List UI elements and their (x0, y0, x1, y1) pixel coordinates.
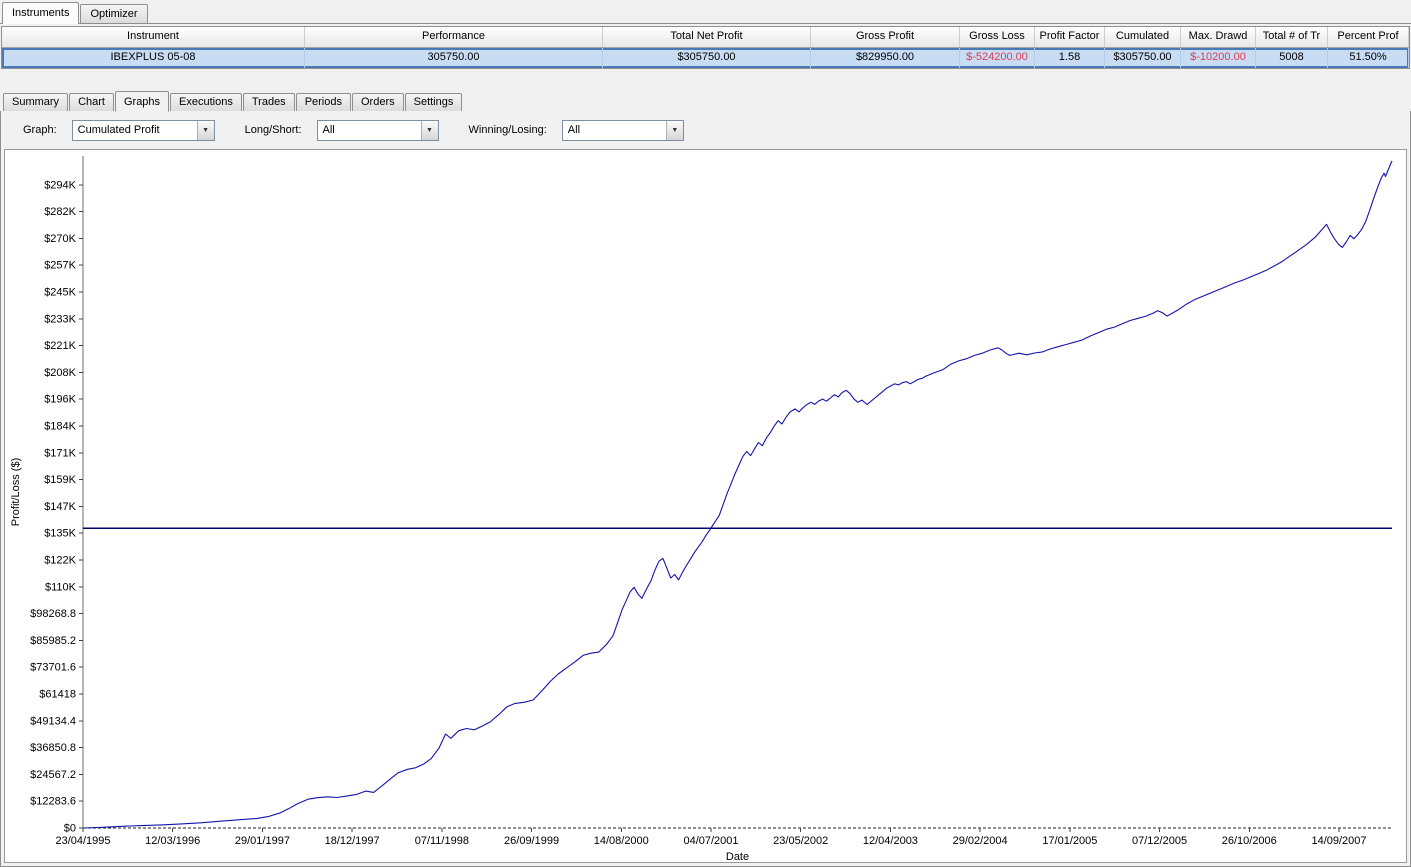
tab-executions[interactable]: Executions (170, 93, 242, 111)
svg-text:14/08/2000: 14/08/2000 (594, 835, 649, 847)
long-short-label: Long/Short: (245, 124, 302, 136)
long-short-combobox[interactable]: All ▼ (317, 120, 439, 141)
chevron-down-icon[interactable]: ▼ (666, 121, 683, 140)
svg-text:12/03/1996: 12/03/1996 (145, 835, 200, 847)
tab-graphs[interactable]: Graphs (115, 91, 169, 112)
chevron-down-icon[interactable]: ▼ (421, 121, 438, 140)
svg-text:$73701.6: $73701.6 (30, 662, 76, 674)
tab-settings[interactable]: Settings (405, 93, 463, 111)
svg-text:$221K: $221K (44, 340, 76, 352)
winning-losing-label: Winning/Losing: (469, 124, 547, 136)
tab-periods[interactable]: Periods (296, 93, 351, 111)
cell-total-trades: 5008 (1256, 48, 1328, 68)
column-header-profit-factor[interactable]: Profit Factor (1035, 27, 1105, 47)
svg-text:23/05/2002: 23/05/2002 (773, 835, 828, 847)
svg-text:18/12/1997: 18/12/1997 (325, 835, 380, 847)
chart-area: $0 $12283.6 $24567.2 $36850.8 $49134.4 $61418… (4, 149, 1407, 863)
cell-gross-loss: $-524200.00 (960, 48, 1035, 68)
svg-text:$12283.6: $12283.6 (30, 796, 76, 808)
cell-instrument: IBEXPLUS 05-08 (2, 48, 305, 68)
svg-text:$282K: $282K (44, 206, 76, 218)
cell-max-drawdown: $-10200.00 (1181, 48, 1256, 68)
svg-text:$245K: $245K (44, 286, 76, 298)
column-header-gross-loss[interactable]: Gross Loss (960, 27, 1035, 47)
svg-text:$208K: $208K (44, 367, 76, 379)
column-header-percent-profitable[interactable]: Percent Prof (1328, 27, 1409, 47)
cell-total-net-profit: $305750.00 (603, 48, 811, 68)
svg-text:29/02/2004: 29/02/2004 (953, 835, 1008, 847)
svg-text:$24567.2: $24567.2 (30, 769, 76, 781)
svg-text:$85985.2: $85985.2 (30, 635, 76, 647)
detail-tabbar: Summary Chart Graphs Executions Trades P… (0, 90, 1411, 111)
cell-percent-profitable: 51.50% (1328, 48, 1409, 68)
cell-cumulated: $305750.00 (1105, 48, 1181, 68)
svg-text:$294K: $294K (44, 179, 76, 191)
tab-chart[interactable]: Chart (69, 93, 114, 111)
svg-text:$135K: $135K (44, 528, 76, 540)
tab-instruments[interactable]: Instruments (2, 2, 79, 24)
tab-orders[interactable]: Orders (352, 93, 404, 111)
tab-summary[interactable]: Summary (3, 93, 68, 111)
instruments-table-header: Instrument Performance Total Net Profit … (2, 27, 1409, 48)
column-header-max-drawdown[interactable]: Max. Drawd (1181, 27, 1256, 47)
chevron-down-icon[interactable]: ▼ (197, 121, 214, 140)
svg-text:$110K: $110K (45, 581, 77, 593)
tab-optimizer[interactable]: Optimizer (80, 4, 147, 23)
graph-label: Graph: (23, 124, 57, 136)
svg-text:$49134.4: $49134.4 (30, 715, 76, 727)
svg-text:$0: $0 (64, 823, 76, 835)
instruments-table: Instrument Performance Total Net Profit … (1, 26, 1410, 69)
long-short-combobox-value: All (318, 121, 421, 140)
column-header-total-trades[interactable]: Total # of Tr (1256, 27, 1328, 47)
svg-text:$171K: $171K (44, 447, 76, 459)
cell-profit-factor: 1.58 (1035, 48, 1105, 68)
svg-text:26/09/1999: 26/09/1999 (504, 835, 559, 847)
column-header-total-net-profit[interactable]: Total Net Profit (603, 27, 811, 47)
graphs-panel: Graph: Cumulated Profit ▼ Long/Short: Al… (0, 110, 1411, 867)
svg-text:17/01/2005: 17/01/2005 (1042, 835, 1097, 847)
svg-text:23/04/1995: 23/04/1995 (55, 835, 110, 847)
column-header-performance[interactable]: Performance (305, 27, 603, 47)
table-row[interactable]: IBEXPLUS 05-08 305750.00 $305750.00 $829… (2, 48, 1409, 68)
svg-text:Profit/Loss ($): Profit/Loss ($) (10, 458, 22, 526)
svg-text:$98268.8: $98268.8 (30, 608, 76, 620)
svg-text:26/10/2006: 26/10/2006 (1222, 835, 1277, 847)
svg-text:14/09/2007: 14/09/2007 (1311, 835, 1366, 847)
svg-text:29/01/1997: 29/01/1997 (235, 835, 290, 847)
main-tabbar: Instruments Optimizer (0, 0, 1411, 24)
svg-text:07/12/2005: 07/12/2005 (1132, 835, 1187, 847)
cell-gross-profit: $829950.00 (811, 48, 960, 68)
cell-performance: 305750.00 (305, 48, 603, 68)
svg-text:$184K: $184K (44, 420, 76, 432)
svg-text:$233K: $233K (44, 313, 76, 325)
svg-text:12/04/2003: 12/04/2003 (863, 835, 918, 847)
graph-combobox-value: Cumulated Profit (73, 121, 197, 140)
column-header-instrument[interactable]: Instrument (2, 27, 305, 47)
svg-text:$257K: $257K (44, 260, 76, 272)
svg-text:$196K: $196K (44, 394, 76, 406)
tab-trades[interactable]: Trades (243, 93, 295, 111)
svg-text:$159K: $159K (44, 474, 76, 486)
svg-text:07/11/1998: 07/11/1998 (415, 835, 469, 847)
svg-text:$147K: $147K (44, 501, 76, 513)
svg-text:04/07/2001: 04/07/2001 (683, 835, 738, 847)
column-header-gross-profit[interactable]: Gross Profit (811, 27, 960, 47)
svg-text:Date: Date (726, 851, 749, 862)
svg-text:$36850.8: $36850.8 (30, 742, 76, 754)
svg-text:$122K: $122K (44, 554, 76, 566)
svg-text:$270K: $270K (44, 233, 76, 245)
winning-losing-combobox[interactable]: All ▼ (562, 120, 684, 141)
column-header-cumulated[interactable]: Cumulated (1105, 27, 1181, 47)
graph-combobox[interactable]: Cumulated Profit ▼ (72, 120, 215, 141)
winning-losing-combobox-value: All (563, 121, 666, 140)
spacer (0, 69, 1411, 90)
graph-controls: Graph: Cumulated Profit ▼ Long/Short: Al… (1, 111, 1410, 149)
cumulated-profit-chart[interactable]: $0 $12283.6 $24567.2 $36850.8 $49134.4 $61418… (5, 150, 1406, 862)
svg-text:$61418: $61418 (39, 688, 76, 700)
